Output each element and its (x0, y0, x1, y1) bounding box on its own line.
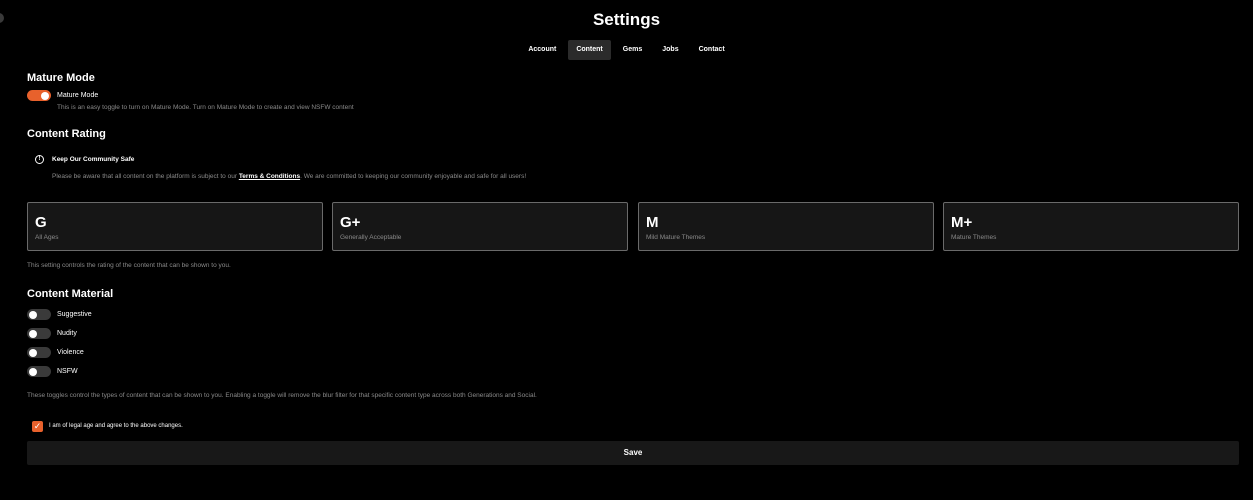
notice-text-before: Please be aware that all content on the … (52, 173, 239, 180)
toggle-knob (41, 91, 49, 100)
rating-label: All Ages (35, 234, 59, 241)
tab-gems[interactable]: Gems (615, 40, 650, 60)
tab-contact[interactable]: Contact (691, 40, 733, 60)
rating-label: Generally Acceptable (340, 234, 402, 241)
content-rating-footnote: This setting controls the rating of the … (27, 262, 231, 269)
content-material-footnote: These toggles control the types of conte… (27, 392, 537, 399)
rating-label: Mature Themes (951, 234, 997, 241)
agreement-checkbox[interactable]: ✓ (32, 421, 43, 432)
rating-letter: G (35, 214, 47, 231)
nudity-toggle[interactable] (27, 328, 51, 339)
notice-title: Keep Our Community Safe (52, 156, 135, 163)
nsfw-toggle[interactable] (27, 366, 51, 377)
notice-text: Please be aware that all content on the … (52, 173, 526, 180)
toggle-knob (29, 310, 37, 319)
toggle-knob (29, 367, 37, 376)
page-title: Settings (592, 10, 661, 29)
tab-account[interactable]: Account (520, 40, 564, 60)
settings-tabs: Account Content Gems Jobs Contact (0, 40, 1253, 60)
rating-card-m-plus[interactable]: M+ Mature Themes (943, 202, 1239, 251)
mature-mode-toggle-label: Mature Mode (57, 92, 99, 99)
rating-card-m[interactable]: M Mild Mature Themes (638, 202, 934, 251)
rating-letter: G+ (340, 214, 361, 231)
rating-label: Mild Mature Themes (646, 234, 706, 241)
rating-letter: M+ (951, 214, 973, 231)
nudity-toggle-label: Nudity (57, 330, 77, 337)
rating-letter: M (646, 214, 659, 231)
save-button[interactable]: Save (27, 441, 1239, 465)
toggle-knob (29, 329, 37, 338)
tab-jobs[interactable]: Jobs (654, 40, 686, 60)
content-material-heading: Content Material (27, 288, 114, 300)
agreement-label: I am of legal age and agree to the above… (49, 423, 183, 429)
mature-mode-heading: Mature Mode (27, 72, 95, 84)
rating-card-g[interactable]: G All Ages (27, 202, 323, 251)
suggestive-toggle-label: Suggestive (57, 311, 92, 318)
mature-mode-toggle[interactable] (27, 90, 51, 101)
terms-link[interactable]: Terms & Conditions (239, 173, 300, 180)
suggestive-toggle[interactable] (27, 309, 51, 320)
content-rating-heading: Content Rating (27, 128, 106, 140)
nsfw-toggle-label: NSFW (57, 368, 78, 375)
rating-card-g-plus[interactable]: G+ Generally Acceptable (332, 202, 628, 251)
mature-mode-description: This is an easy toggle to turn on Mature… (57, 104, 354, 111)
tab-content[interactable]: Content (568, 40, 611, 60)
violence-toggle-label: Violence (57, 349, 84, 356)
toggle-knob (29, 348, 37, 357)
info-icon: ! (35, 155, 44, 164)
violence-toggle[interactable] (27, 347, 51, 358)
notice-text-after: . We are committed to keeping our commun… (300, 173, 527, 180)
